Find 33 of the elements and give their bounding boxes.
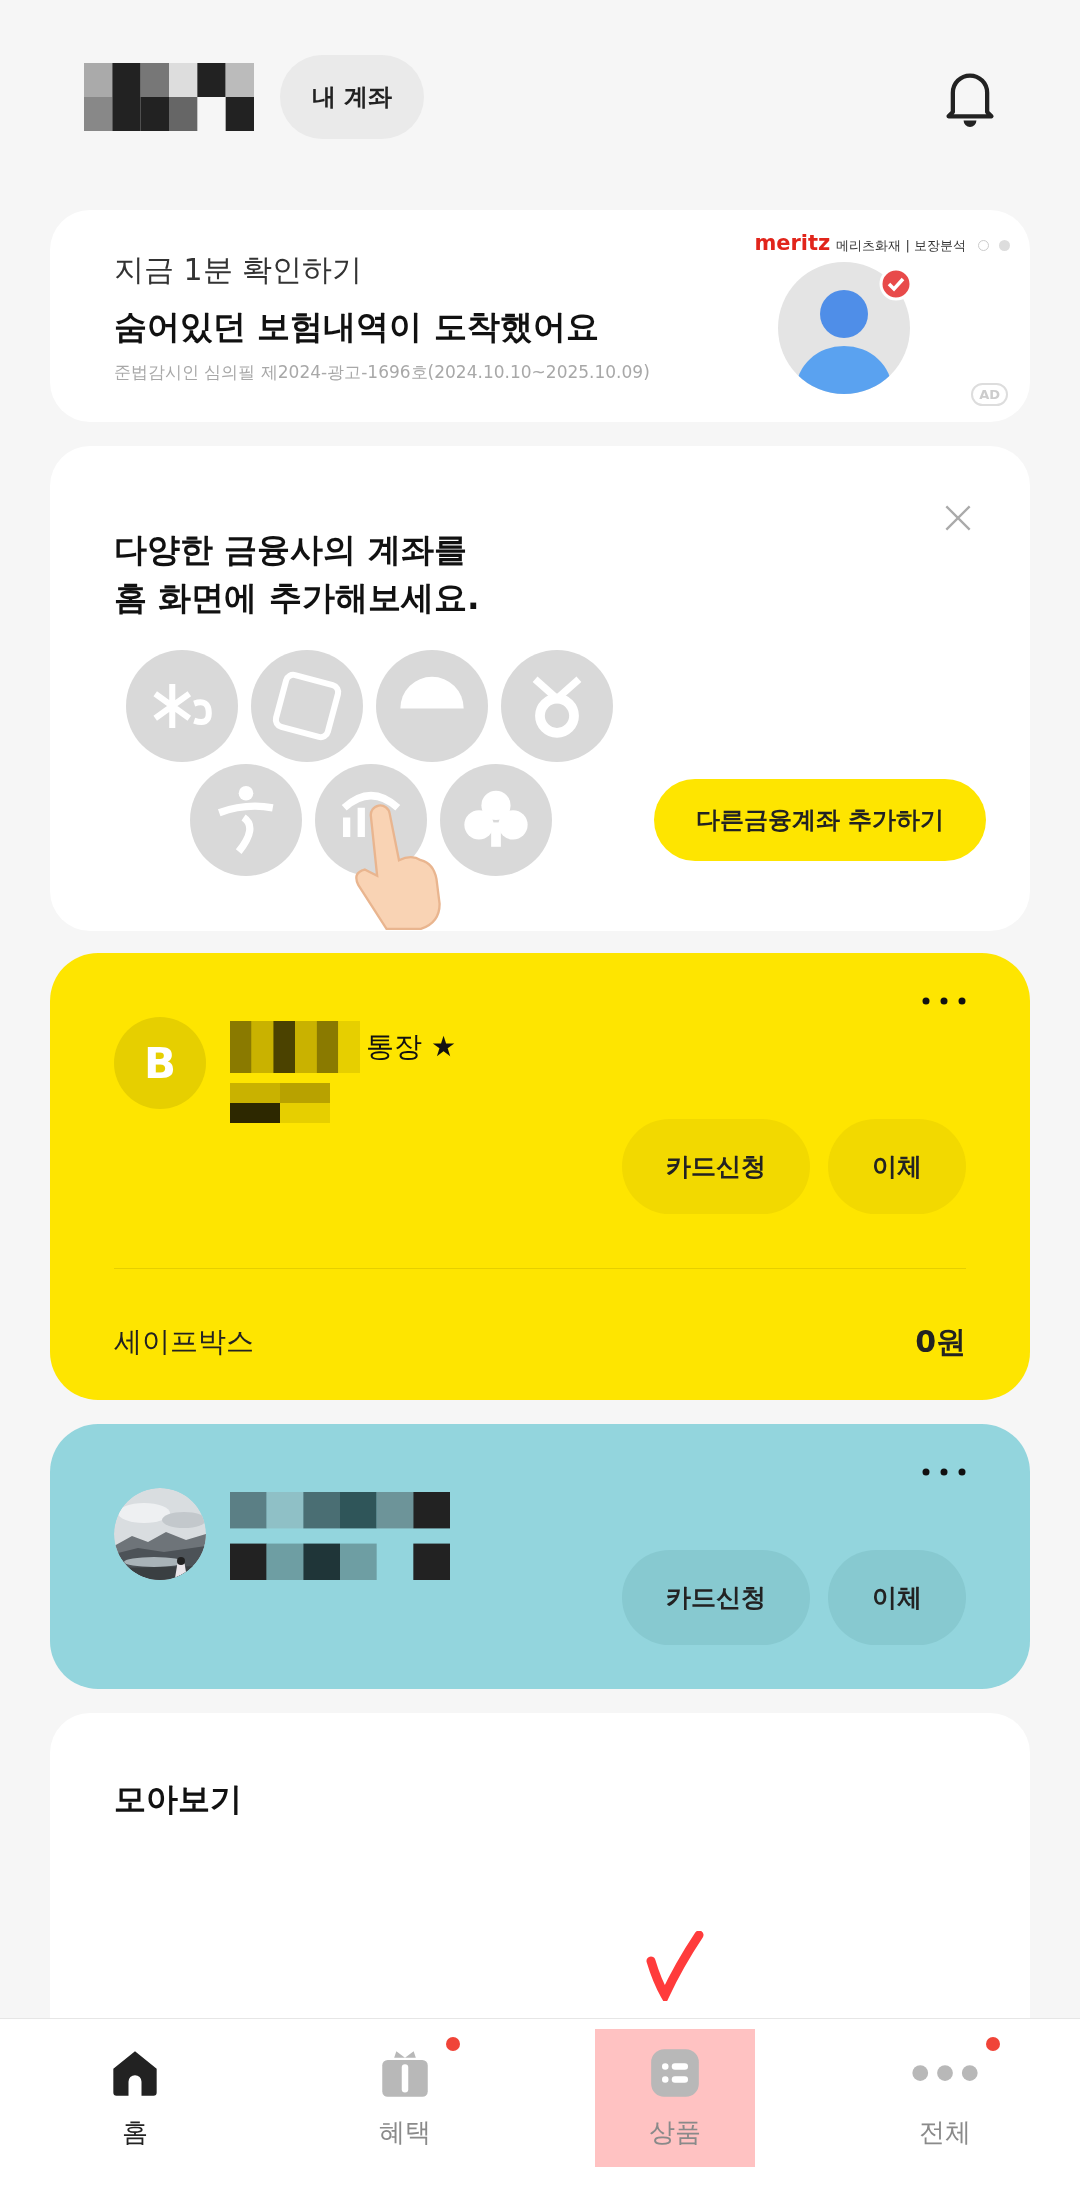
ad-eyebrow: 지금 1분 확인하기 [114, 251, 363, 289]
account-card[interactable]: B 통장 ★ 카드신청 이체 세이프박스 0원 [50, 953, 1030, 1400]
nav-tab[interactable]: 홈 [109, 2019, 161, 2205]
bank-logo-icon[interactable] [251, 649, 363, 762]
ad-disclaimer: 준법감시인 심의필 제2024-광고-1696호(2024.10.10~2025.10.09) [114, 360, 650, 384]
card-action-button[interactable]: 카드신청 [622, 1119, 810, 1214]
card-action-button[interactable]: 카드신청 [622, 1550, 810, 1645]
close-icon[interactable] [944, 504, 972, 532]
bank-logo-icon[interactable] [501, 649, 613, 762]
safebox-amount: 0원 [915, 1323, 966, 1361]
more-icon [910, 2064, 980, 2082]
account-card[interactable]: 카드신청 이체 [50, 1424, 1030, 1689]
bank-logo-icon[interactable] [190, 763, 302, 876]
brand-caption: 메리츠화재 | 보장분석 [836, 237, 966, 255]
ad-title: 숨어있던 보험내역이 도착했어요 [114, 306, 599, 348]
bank-logo-icon[interactable] [376, 649, 488, 762]
promo-title: 다양한 금융사의 계좌를 홈 화면에 추가해보세요. [114, 529, 481, 619]
checkmark-annotation [645, 1931, 705, 2001]
my-accounts-button[interactable]: 내 계좌 [280, 55, 425, 139]
safebox-label: 세이프박스 [114, 1323, 254, 1360]
account-name: 통장 ★ [366, 1029, 456, 1065]
add-account-button[interactable]: 다른금융계좌 추가하기 [653, 778, 986, 861]
more-options-icon[interactable] [922, 1468, 966, 1476]
list-icon [649, 2047, 701, 2099]
card-action-button[interactable]: 이체 [828, 1119, 966, 1214]
collection-title: 모아보기 [114, 1780, 242, 1818]
bank-logo-icon[interactable] [126, 649, 238, 762]
bank-logo: B [114, 1017, 206, 1109]
bank-logo-icon[interactable] [440, 763, 552, 876]
more-options-icon[interactable] [922, 997, 966, 1005]
brand-logo: meritz [754, 230, 831, 257]
pointing-hand-icon [355, 803, 443, 932]
card-action-button[interactable]: 이체 [828, 1550, 966, 1645]
